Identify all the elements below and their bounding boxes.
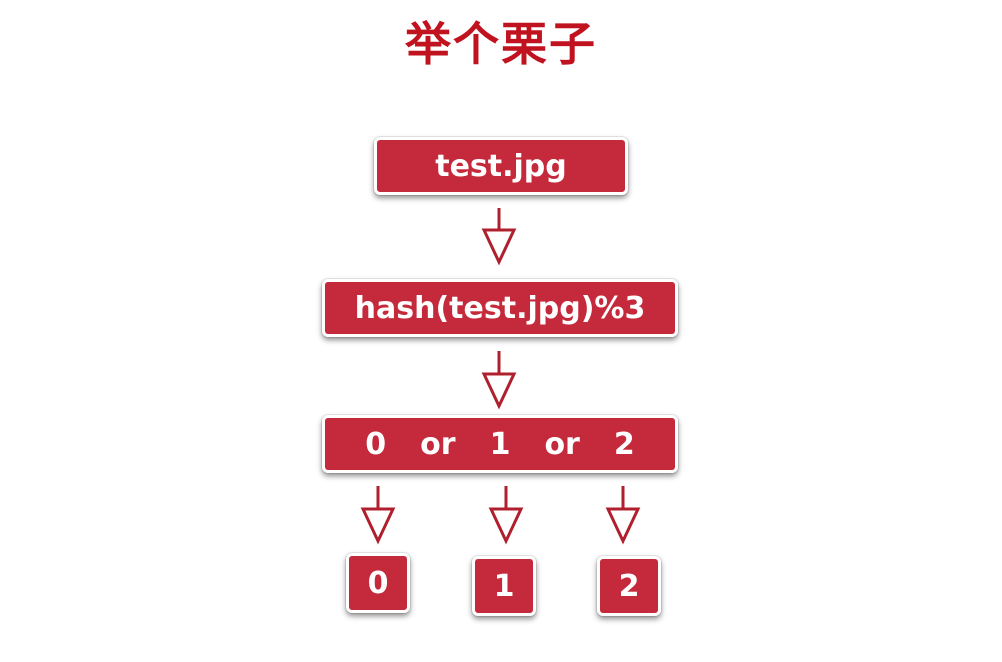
- bucket-node-1: 1: [472, 556, 536, 616]
- hash-node-label: hash(test.jpg)%3: [354, 290, 646, 326]
- result-connector: or: [420, 426, 456, 462]
- file-node-label: test.jpg: [435, 148, 567, 184]
- hash-node: hash(test.jpg)%3: [322, 279, 678, 337]
- result-value: 0: [365, 426, 387, 462]
- down-arrow-icon: [481, 208, 517, 266]
- slide-title: 举个栗子: [405, 17, 597, 71]
- bucket-label: 1: [493, 568, 515, 604]
- bucket-label: 0: [367, 565, 389, 601]
- down-arrow-icon: [360, 486, 396, 545]
- result-value: 1: [489, 426, 511, 462]
- bucket-label: 2: [618, 568, 640, 604]
- down-arrow-icon: [488, 486, 524, 545]
- down-arrow-icon: [605, 486, 641, 545]
- bucket-node-2: 2: [597, 556, 661, 616]
- file-node: test.jpg: [374, 137, 628, 195]
- result-node: 0 or 1 or 2: [322, 415, 678, 473]
- result-value: 2: [613, 426, 635, 462]
- result-connector: or: [544, 426, 580, 462]
- down-arrow-icon: [481, 351, 517, 410]
- bucket-node-0: 0: [346, 553, 410, 613]
